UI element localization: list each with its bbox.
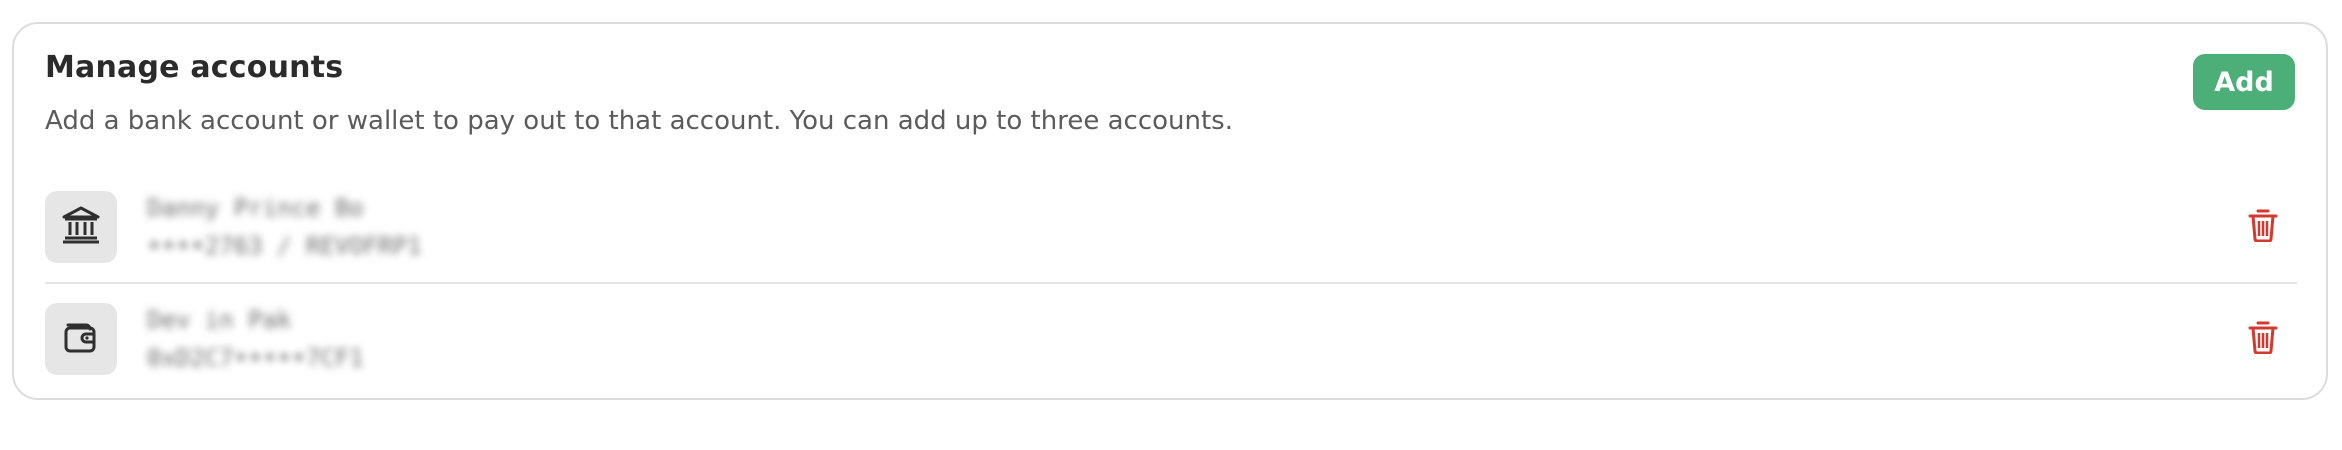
- account-row: Dev in Pak 0xD2C7•••••7CF1: [45, 282, 2297, 394]
- bank-icon-container: [45, 191, 117, 263]
- delete-account-button[interactable]: [2243, 207, 2283, 247]
- bank-icon: [61, 205, 101, 249]
- account-name: Danny Prince Bo: [147, 194, 364, 222]
- delete-account-button[interactable]: [2243, 319, 2283, 359]
- account-info: Danny Prince Bo ••••2763 / REVOFRP1: [147, 194, 422, 260]
- wallet-icon-container: [45, 303, 117, 375]
- add-account-button[interactable]: Add: [2193, 54, 2295, 110]
- account-detail: ••••2763 / REVOFRP1: [147, 232, 422, 260]
- manage-accounts-card: Manage accounts Add a bank account or wa…: [12, 22, 2328, 400]
- page-description: Add a bank account or wallet to pay out …: [45, 106, 1233, 136]
- trash-icon: [2248, 208, 2278, 246]
- account-info: Dev in Pak 0xD2C7•••••7CF1: [147, 306, 364, 372]
- trash-icon: [2248, 320, 2278, 358]
- account-row: Danny Prince Bo ••••2763 / REVOFRP1: [45, 172, 2297, 282]
- account-name: Dev in Pak: [147, 306, 292, 334]
- accounts-list: Danny Prince Bo ••••2763 / REVOFRP1 Dev …: [45, 172, 2297, 394]
- page-title: Manage accounts: [45, 50, 344, 85]
- wallet-icon: [62, 319, 100, 359]
- account-detail: 0xD2C7•••••7CF1: [147, 344, 364, 372]
